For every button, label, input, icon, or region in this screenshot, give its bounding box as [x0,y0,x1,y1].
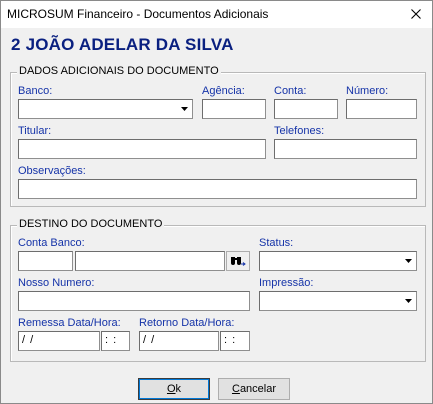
conta-label: Conta: [274,85,307,97]
impressao-combo[interactable] [259,291,417,311]
titular-label: Titular: [18,125,52,137]
telefones-field[interactable] [274,139,417,159]
conta-banco-code-field[interactable] [18,251,73,271]
destino-title: DESTINO DO DOCUMENTO [17,218,165,230]
observacoes-field[interactable] [18,179,417,199]
ok-button-label: k [175,383,182,395]
impressao-dropdown-button[interactable] [401,292,416,310]
numero-field[interactable] [346,99,417,119]
ok-button-mnemonic: O [166,383,176,395]
status-label: Status: [259,237,294,249]
remessa-time-field[interactable]: : : [101,331,130,351]
chevron-down-icon [405,259,412,263]
nosso-numero-label: Nosso Numero: [18,277,95,289]
telefones-label: Telefones: [274,125,325,137]
status-dropdown-button[interactable] [401,252,416,270]
numero-label: Número: [346,85,389,97]
title-bar: MICROSUM Financeiro - Documentos Adicion… [1,1,432,28]
cancel-button-label: ancelar [239,383,277,395]
cancel-button-mnemonic: C [231,383,240,395]
ok-button[interactable]: Ok [138,378,210,400]
status-combo[interactable] [259,251,417,271]
remessa-date-field[interactable]: / / [18,331,100,351]
banco-label: Banco: [18,85,53,97]
search-conta-banco-button[interactable] [226,251,250,271]
retorno-date-field[interactable]: / / [139,331,219,351]
chevron-down-icon [181,107,188,111]
dialog-window: MICROSUM Financeiro - Documentos Adicion… [0,0,433,404]
conta-field[interactable] [274,99,338,119]
chevron-down-icon [405,299,412,303]
agencia-label: Agência: [202,85,245,97]
banco-dropdown-button[interactable] [177,100,192,118]
retorno-time-field[interactable]: : : [220,331,250,351]
close-icon [411,9,421,19]
banco-combo[interactable] [18,99,193,119]
dados-adicionais-title: DADOS ADICIONAIS DO DOCUMENTO [17,65,221,77]
close-button[interactable] [402,2,430,26]
titular-field[interactable] [18,139,266,159]
retorno-date-value: / / [143,334,156,346]
remessa-date-value: / / [22,334,35,346]
impressao-label: Impressão: [259,277,314,289]
retorno-time-value: : : [224,334,237,346]
nosso-numero-field[interactable] [18,291,250,311]
observacoes-label: Observações: [18,165,86,177]
conta-banco-label: Conta Banco: [18,237,85,249]
retorno-label: Retorno Data/Hora: [139,317,235,329]
client-name-heading: 2 JOÃO ADELAR DA SILVA [11,35,234,54]
window-title: MICROSUM Financeiro - Documentos Adicion… [7,7,269,21]
conta-banco-name-field[interactable] [75,251,225,271]
remessa-time-value: : : [105,334,118,346]
cancel-button[interactable]: Cancelar [218,378,290,400]
binoculars-icon [231,257,246,266]
remessa-label: Remessa Data/Hora: [18,317,121,329]
agencia-field[interactable] [202,99,266,119]
